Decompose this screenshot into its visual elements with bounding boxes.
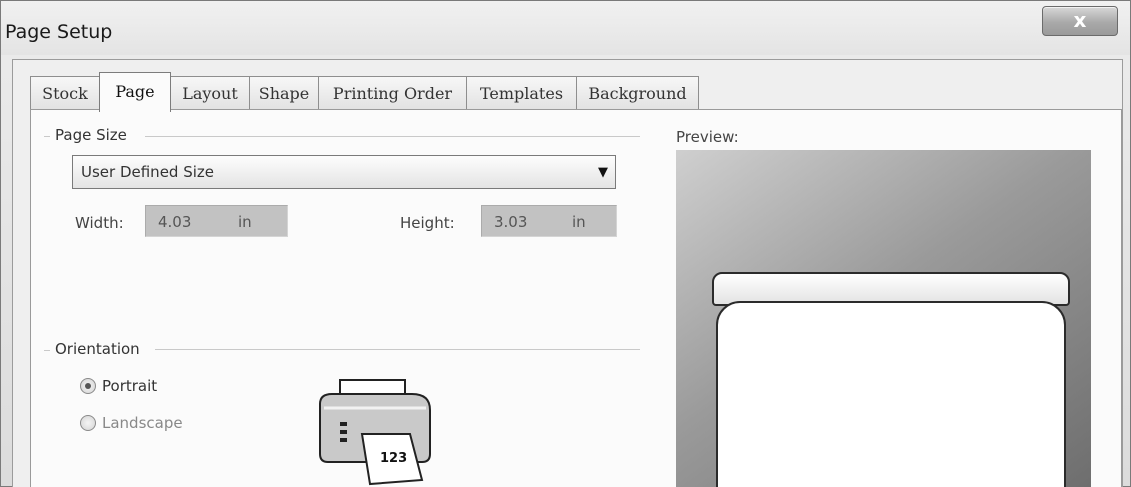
- orientation-group-label: Orientation: [52, 340, 143, 358]
- radio-indicator: [80, 378, 96, 394]
- landscape-label: Landscape: [102, 414, 183, 432]
- group-divider: [155, 349, 640, 350]
- width-value: 4.03: [158, 213, 192, 231]
- tab-layout[interactable]: Layout: [170, 76, 250, 110]
- preview-pane: [676, 150, 1091, 487]
- tab-label: Page: [115, 82, 155, 101]
- dialog-title: Page Setup: [5, 21, 113, 43]
- tab-label: Layout: [182, 84, 238, 103]
- preview-label: Preview:: [676, 128, 739, 146]
- portrait-label: Portrait: [102, 377, 158, 395]
- group-divider: [44, 350, 50, 351]
- page-size-group-label: Page Size: [52, 126, 130, 144]
- page-size-selected: User Defined Size: [81, 163, 215, 181]
- group-divider: [145, 136, 640, 137]
- title-bar: Page Setup x: [1, 1, 1130, 55]
- printer-paper-text: 123: [380, 451, 407, 466]
- tab-printing-order[interactable]: Printing Order: [318, 76, 467, 110]
- height-unit: in: [572, 213, 586, 231]
- tab-shape[interactable]: Shape: [249, 76, 319, 110]
- width-field[interactable]: 4.03 in: [145, 205, 288, 237]
- label-preview: [716, 301, 1066, 487]
- height-field[interactable]: 3.03 in: [481, 205, 617, 237]
- width-unit: in: [238, 213, 252, 231]
- tab-label: Shape: [258, 84, 310, 103]
- tab-label: Background: [588, 84, 687, 103]
- radio-indicator: [80, 415, 96, 431]
- tab-stock[interactable]: Stock: [30, 76, 100, 110]
- width-label: Width:: [75, 214, 124, 232]
- height-value: 3.03: [494, 213, 528, 231]
- height-label: Height:: [400, 214, 455, 232]
- tab-label: Stock: [42, 84, 88, 103]
- printer-icon: 123: [310, 372, 440, 487]
- close-button[interactable]: x: [1042, 6, 1118, 36]
- tab-background[interactable]: Background: [576, 76, 699, 110]
- page-size-dropdown[interactable]: User Defined Size ▼: [72, 155, 616, 189]
- tab-templates[interactable]: Templates: [466, 76, 577, 110]
- tab-label: Printing Order: [332, 84, 453, 103]
- chevron-down-icon: ▼: [598, 165, 608, 180]
- group-divider: [44, 136, 50, 137]
- tab-page[interactable]: Page: [99, 72, 171, 112]
- tab-label: Templates: [479, 84, 564, 103]
- close-icon: x: [1073, 8, 1087, 32]
